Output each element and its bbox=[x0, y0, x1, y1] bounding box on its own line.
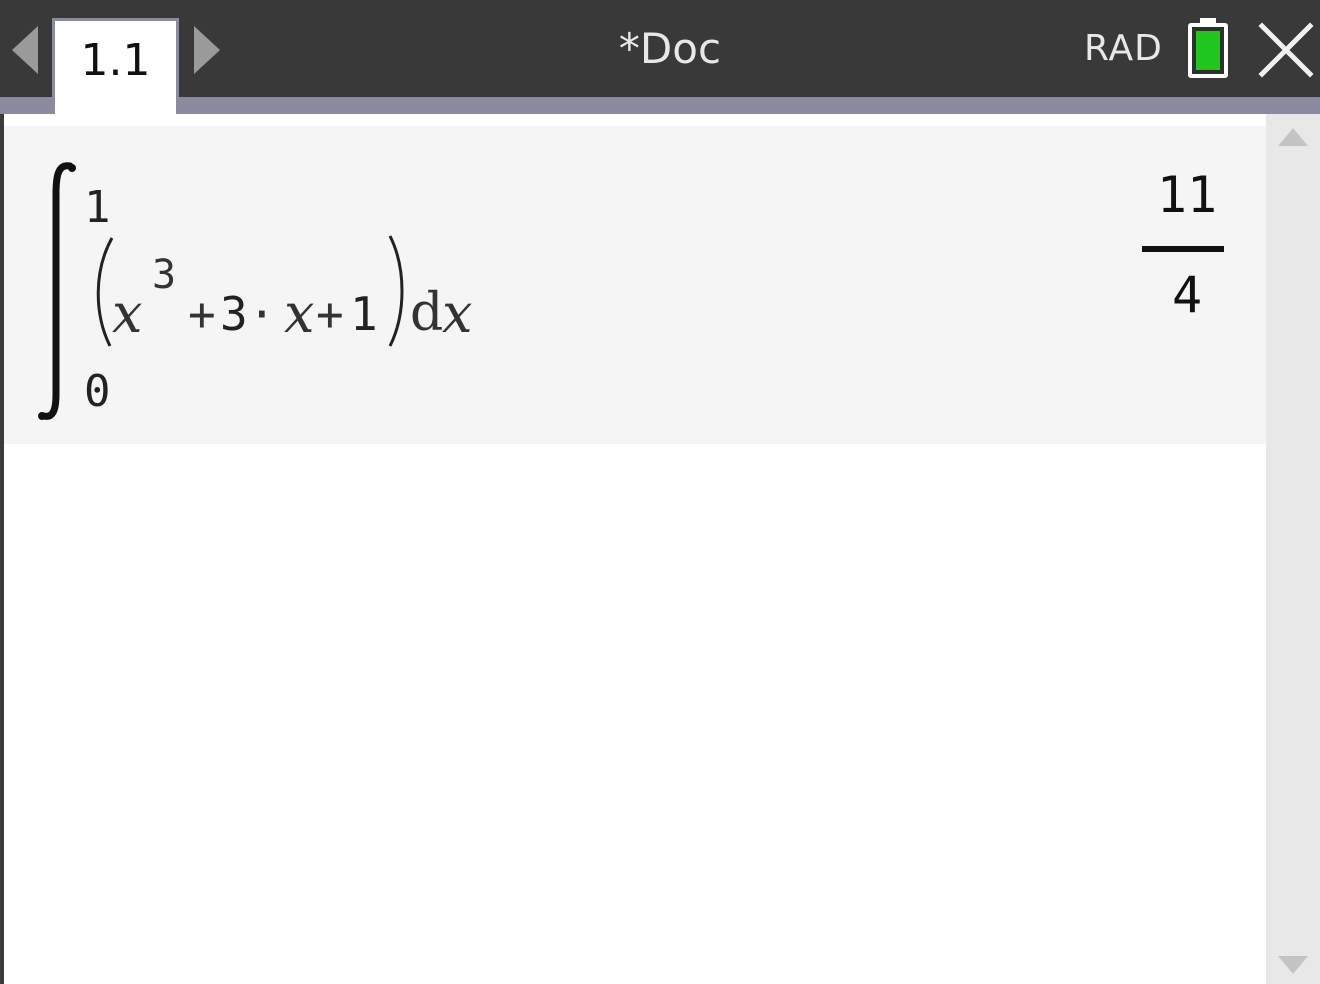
upper-limit: 1 bbox=[84, 182, 111, 233]
calculator-history[interactable]: 1 0 x 3 + 3 · x + 1 d x 11 4 bbox=[0, 114, 1320, 984]
prev-page-icon[interactable] bbox=[12, 26, 38, 74]
title-bar: 1.1 *Doc RAD bbox=[0, 0, 1320, 114]
calculator-app: 1.1 *Doc RAD 1 0 x 3 + 3 · x + 1 d x 11 … bbox=[0, 0, 1320, 984]
next-page-icon[interactable] bbox=[194, 26, 220, 74]
result-fraction[interactable]: 11 4 bbox=[1134, 166, 1240, 336]
scroll-down-icon[interactable] bbox=[1278, 956, 1308, 974]
fraction-bar bbox=[1142, 246, 1224, 252]
plus-sign-2: + bbox=[316, 287, 344, 341]
plus-sign-1: + bbox=[188, 287, 216, 341]
differential-var: x bbox=[442, 282, 472, 345]
vertical-scrollbar[interactable] bbox=[1266, 114, 1320, 984]
document-title: *Doc bbox=[618, 24, 722, 73]
close-icon[interactable] bbox=[1258, 22, 1314, 78]
result-numerator: 11 bbox=[1156, 166, 1218, 224]
right-paren bbox=[388, 235, 404, 347]
scroll-up-icon[interactable] bbox=[1278, 128, 1308, 146]
base-var: x bbox=[112, 282, 142, 345]
tab-strip bbox=[0, 97, 1320, 114]
page-tab-label: 1.1 bbox=[80, 35, 151, 86]
result-denominator: 4 bbox=[1171, 266, 1203, 324]
term-var: x bbox=[284, 282, 314, 345]
integral-expression: 1 0 x 3 + 3 · x + 1 d x bbox=[28, 154, 528, 434]
coefficient: 3 bbox=[220, 287, 248, 341]
exponent: 3 bbox=[152, 252, 176, 298]
constant: 1 bbox=[350, 287, 378, 341]
lower-limit: 0 bbox=[84, 366, 111, 417]
multiply-dot: · bbox=[248, 287, 276, 341]
history-entry[interactable]: 1 0 x 3 + 3 · x + 1 d x 11 4 bbox=[4, 126, 1266, 444]
tab-page-1-1[interactable]: 1.1 bbox=[52, 18, 179, 114]
battery-icon bbox=[1188, 18, 1228, 78]
differential-d: d bbox=[410, 283, 443, 343]
angle-mode-indicator: RAD bbox=[1084, 28, 1163, 69]
left-paren bbox=[96, 237, 114, 347]
integral-sign bbox=[40, 162, 74, 420]
